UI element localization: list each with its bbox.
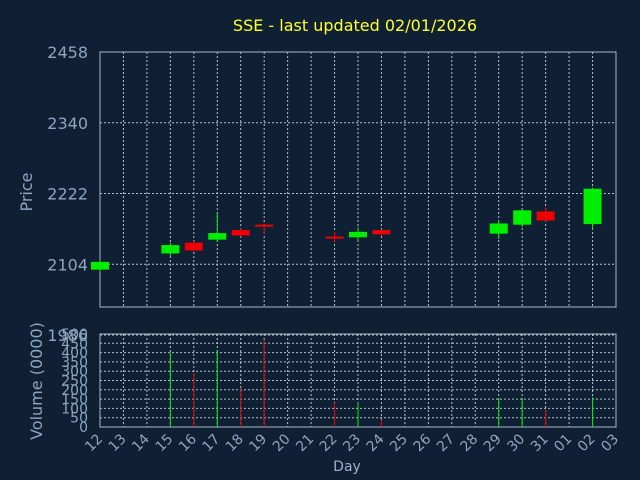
- candle-body: [231, 230, 250, 236]
- day-tick-label: 02: [575, 431, 599, 455]
- volume-tick-label: 0: [79, 420, 88, 436]
- candle: [231, 228, 250, 237]
- day-tick-label: 19: [246, 431, 270, 455]
- day-tick-label: 26: [411, 431, 435, 455]
- day-tick-label: 30: [504, 431, 528, 455]
- price-axis-label: Price: [17, 172, 36, 211]
- candle: [208, 212, 227, 243]
- candle: [489, 220, 508, 240]
- day-tick-label: 16: [176, 431, 200, 455]
- candle-body: [583, 188, 602, 225]
- day-tick-label: 24: [364, 431, 388, 455]
- candle: [91, 260, 109, 272]
- candle: [583, 187, 602, 229]
- chart-title: SSE - last updated 02/01/2026: [233, 16, 477, 35]
- candle-body: [325, 236, 344, 239]
- day-tick-label: 13: [106, 431, 130, 455]
- candlestick-chart: SSE - last updated 02/01/2026 Price Volu…: [17, 16, 622, 475]
- volume-axis-label: Volume (0000): [27, 322, 46, 440]
- day-tick-label: 31: [528, 431, 552, 455]
- day-tick-label: 18: [223, 431, 247, 455]
- day-tick-label: 03: [598, 431, 622, 455]
- candle: [513, 209, 532, 228]
- price-tick-label: 2458: [47, 43, 88, 62]
- day-tick-label: 22: [317, 431, 341, 455]
- candle-body: [489, 223, 508, 234]
- candle: [184, 240, 203, 252]
- candle-body: [208, 233, 227, 240]
- day-tick-label: 27: [434, 431, 458, 455]
- candle: [372, 229, 391, 237]
- day-tick-label: 23: [340, 431, 364, 455]
- price-tick-label: 2104: [47, 255, 88, 274]
- candle-body: [91, 261, 109, 270]
- candle-body: [349, 231, 367, 238]
- day-tick-label: 14: [129, 431, 153, 455]
- candle-body: [372, 230, 391, 235]
- candle: [325, 231, 344, 243]
- candle: [161, 242, 180, 256]
- day-tick-label: 15: [153, 431, 177, 455]
- day-tick-label: 29: [481, 431, 505, 455]
- price-tick-label: 2340: [47, 114, 88, 133]
- price-tick-label: 2222: [47, 185, 88, 204]
- candle-body: [536, 211, 555, 221]
- candle-body: [255, 224, 274, 227]
- candle: [255, 223, 274, 235]
- x-axis-label: Day: [333, 459, 361, 475]
- day-tick-label: 21: [293, 431, 317, 455]
- candle-body: [161, 245, 180, 254]
- day-tick-label: 01: [551, 431, 575, 455]
- candle: [536, 207, 555, 222]
- candle: [349, 227, 367, 241]
- day-tick-label: 28: [457, 431, 481, 455]
- price-panel: 24582340222221041986: [47, 43, 617, 345]
- candle-body: [184, 242, 203, 251]
- volume-panel: 50045040035030025020015010050012 13 14 15 16…: [61, 327, 622, 455]
- day-tick-label: 20: [270, 431, 294, 455]
- day-tick-label: 17: [199, 431, 223, 455]
- day-tick-label: 25: [387, 431, 411, 455]
- candle-body: [513, 210, 532, 225]
